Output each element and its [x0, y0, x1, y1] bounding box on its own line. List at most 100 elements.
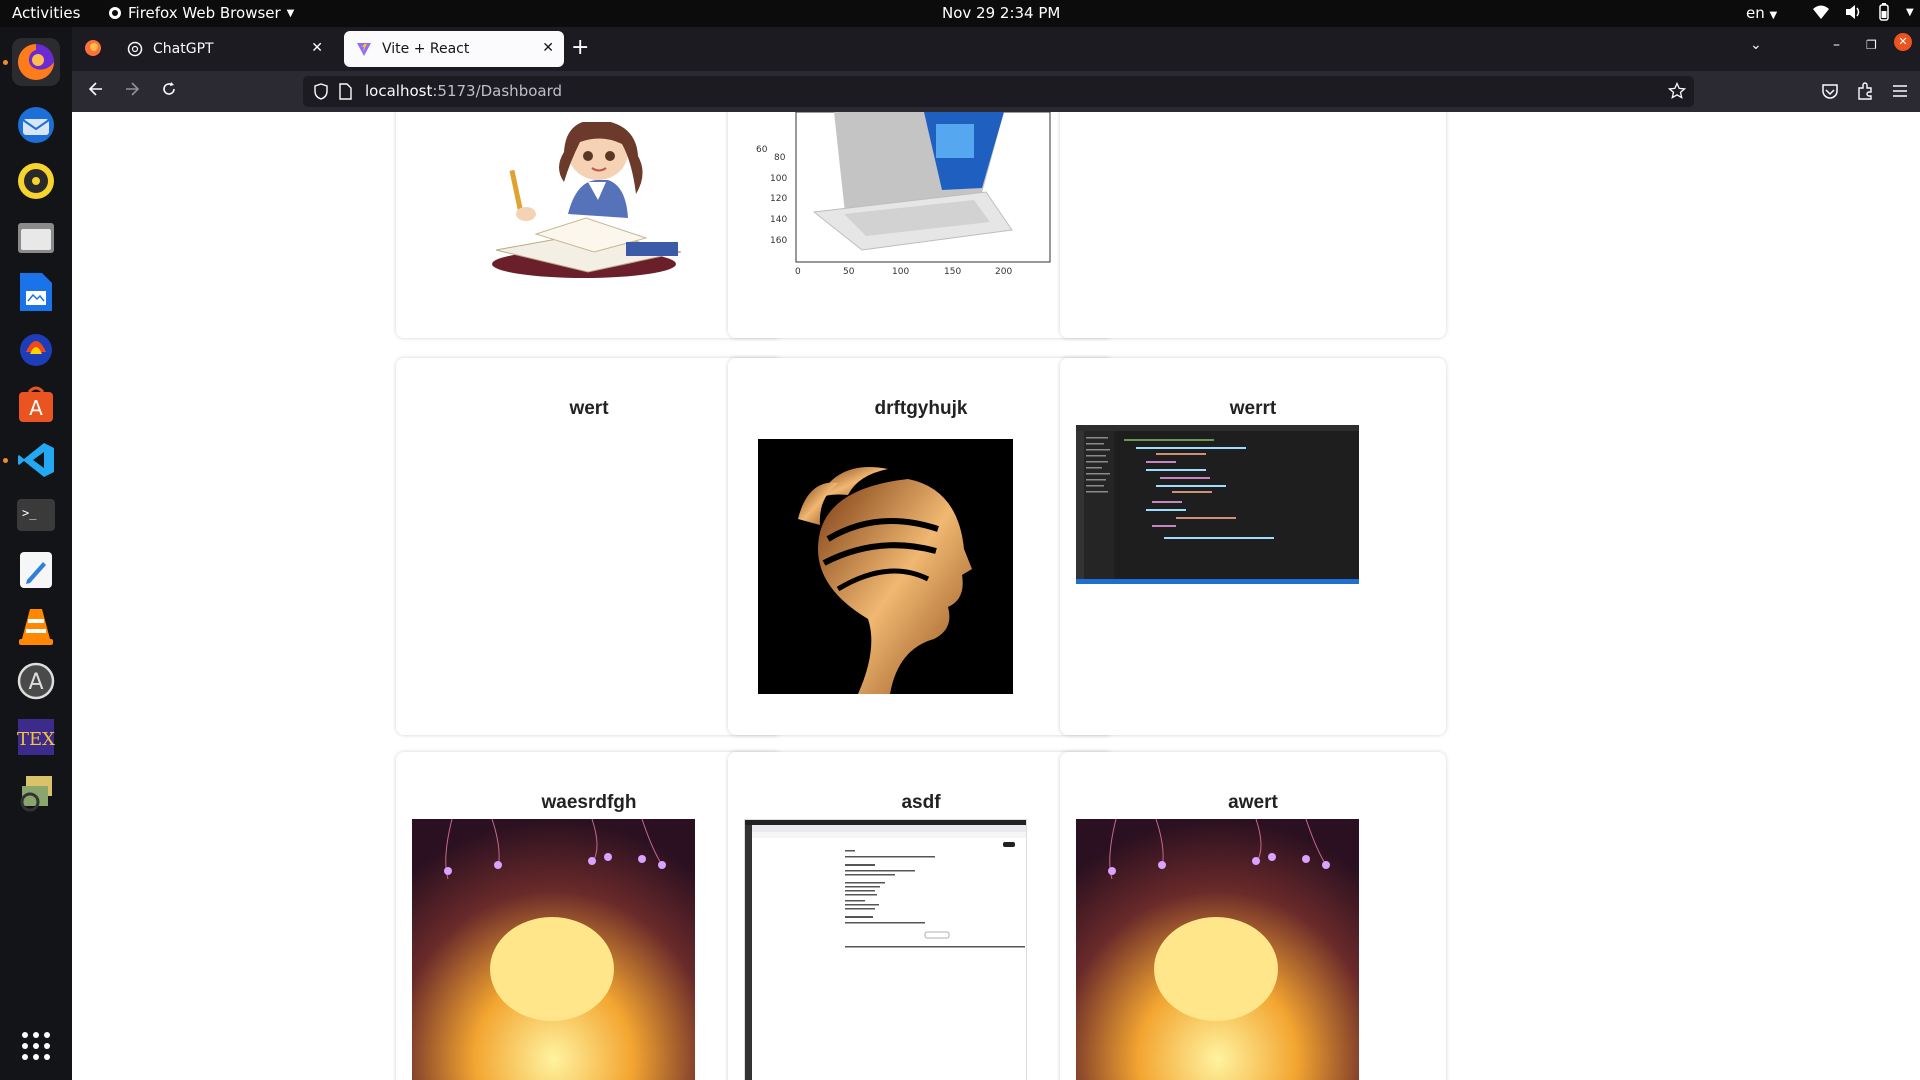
pocket-icon[interactable]: [1821, 83, 1839, 100]
texmaker-icon[interactable]: TEX: [12, 713, 60, 761]
tab-title: Vite + React: [382, 41, 470, 57]
lantern-image: [412, 819, 695, 1080]
close-tab-icon[interactable]: ✕: [542, 40, 554, 56]
chevron-down-icon: ▼: [1769, 10, 1778, 21]
dashboard-card[interactable]: waesrdfgh: [396, 752, 782, 1080]
address-bar[interactable]: localhost:5173/Dashboard: [303, 76, 1694, 107]
url-host: localhost: [365, 82, 433, 100]
svg-text:60: 60: [756, 145, 768, 155]
card-title: waesrdfgh: [541, 792, 637, 813]
svg-text:>_: >_: [22, 506, 37, 520]
x-tick-label: 50: [843, 267, 855, 277]
x-tick-label: 200: [995, 267, 1012, 277]
dock: A >_ A TEX: [0, 27, 72, 1080]
tab-title: ChatGPT: [153, 41, 214, 57]
menu-icon[interactable]: [1892, 84, 1908, 98]
chart-y-ticks: 60 80 100 120 140 160: [770, 153, 787, 246]
card-title: werrt: [1229, 398, 1277, 419]
archive-icon[interactable]: [12, 768, 60, 816]
close-window-icon[interactable]: ✕: [1894, 33, 1912, 51]
thunderbird-icon[interactable]: [12, 101, 60, 149]
x-tick-label: 0: [795, 267, 801, 277]
clock[interactable]: Nov 29 2:34 PM: [942, 4, 1060, 22]
woman-silhouette-image: [758, 439, 1013, 694]
updater-icon[interactable]: A: [12, 657, 60, 705]
vite-favicon-icon: [357, 43, 371, 56]
firefox-small-icon: [109, 7, 121, 19]
page-info-icon[interactable]: [338, 83, 352, 100]
laptop-plot-image: 60 80 100 120 140 160 0 50 100 150 200: [754, 112, 1054, 322]
page-content: 60 80 100 120 140 160 0 50 100 150 200 6…: [72, 112, 1920, 1080]
girl-reading-image: [476, 122, 706, 278]
restore-icon[interactable]: ❐: [1866, 38, 1877, 52]
app-grid-icon[interactable]: [12, 1022, 60, 1070]
volume-icon: [1846, 5, 1860, 19]
code-editor-screenshot-image: [1076, 425, 1359, 584]
lang-label: en: [1746, 4, 1765, 22]
dashboard-card[interactable]: werrt: [1060, 358, 1446, 735]
rhythmbox-icon[interactable]: [12, 157, 60, 205]
tab-vite-react[interactable]: Vite + React ✕: [344, 31, 564, 67]
card-title: wert: [569, 398, 609, 419]
y-tick-label: 120: [770, 194, 787, 204]
chart-x-ticks: 0 50 100 150 200: [795, 267, 1012, 277]
dashboard-card[interactable]: drftgyhujk: [728, 358, 1114, 735]
audacity-icon[interactable]: [12, 324, 60, 372]
files-icon[interactable]: [12, 213, 60, 261]
dashboard-card[interactable]: awert: [1060, 752, 1446, 1080]
firefox-icon[interactable]: [12, 38, 60, 86]
y-tick-label: 100: [770, 174, 787, 184]
chevron-down-icon: ▼: [1906, 6, 1914, 18]
svg-text:TEX: TEX: [17, 729, 55, 750]
svg-text:A: A: [29, 396, 43, 420]
tracking-shield-icon[interactable]: [313, 83, 329, 100]
vscode-icon[interactable]: [12, 436, 60, 484]
card-title: drftgyhujk: [874, 398, 968, 419]
x-tick-label: 100: [892, 267, 909, 277]
dashboard-card[interactable]: asdf: [728, 752, 1114, 1080]
activities-button[interactable]: Activities: [12, 4, 80, 22]
input-language[interactable]: en ▼: [1746, 4, 1777, 22]
dashboard-card[interactable]: 60 80 100 120 140 160 0 50 100 150 200 6…: [728, 112, 1114, 338]
close-tab-icon[interactable]: ✕: [311, 40, 323, 56]
chatgpt-favicon-icon: [127, 41, 143, 57]
app-name: Firefox Web Browser: [128, 4, 281, 22]
new-tab-button[interactable]: +: [571, 35, 589, 60]
chevron-down-icon: ▼: [286, 7, 295, 19]
app-menu[interactable]: Firefox Web Browser ▼: [108, 4, 294, 22]
y-tick-label: 160: [770, 236, 787, 246]
system-tray[interactable]: ▼: [1812, 3, 1914, 21]
dashboard-card[interactable]: [1060, 112, 1446, 338]
x-tick-label: 150: [944, 267, 961, 277]
navigation-toolbar: localhost:5173/Dashboard: [72, 71, 1920, 112]
card-title: awert: [1228, 792, 1278, 813]
lantern-image: [1076, 819, 1359, 1080]
tab-chatgpt[interactable]: ChatGPT ✕: [115, 31, 333, 67]
running-indicator: [3, 60, 8, 65]
running-indicator: [3, 458, 8, 463]
system-top-bar: Activities Firefox Web Browser ▼ Nov 29 …: [0, 0, 1920, 27]
chatgpt-screenshot-image: [744, 819, 1027, 1080]
software-center-icon[interactable]: A: [12, 380, 60, 428]
y-tick-top: 60: [756, 145, 768, 155]
forward-icon[interactable]: [123, 80, 141, 98]
text-editor-icon[interactable]: [12, 546, 60, 594]
writer-icon[interactable]: [12, 268, 60, 316]
browser-tab-bar: ChatGPT ✕ Vite + React ✕ + ⌄ – ❐ ✕: [72, 27, 1920, 71]
card-title: asdf: [901, 792, 941, 813]
wifi-icon: [1813, 5, 1829, 19]
y-tick-label: 140: [770, 215, 787, 225]
list-all-tabs-icon[interactable]: ⌄: [1750, 37, 1762, 53]
dashboard-card[interactable]: [396, 112, 782, 338]
vlc-icon[interactable]: [12, 602, 60, 650]
battery-icon: [1879, 3, 1889, 21]
terminal-icon[interactable]: >_: [12, 491, 60, 539]
reload-icon[interactable]: [160, 80, 178, 98]
dashboard-card[interactable]: wert: [396, 358, 782, 735]
back-icon[interactable]: [87, 80, 105, 98]
minimize-icon[interactable]: –: [1833, 37, 1840, 53]
bookmark-star-icon[interactable]: [1668, 82, 1686, 100]
extensions-icon[interactable]: [1856, 82, 1874, 100]
svg-text:A: A: [28, 670, 43, 695]
firefox-view-icon[interactable]: [83, 38, 103, 62]
